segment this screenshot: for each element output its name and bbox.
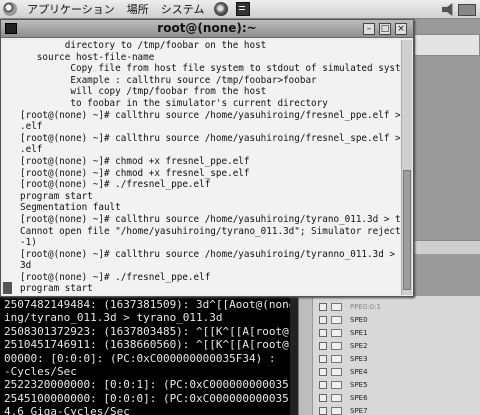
terminal-line: .elf (20, 121, 43, 133)
terminal-line: [root@(none) ~]# ./fresnel_ppe.elf (20, 179, 211, 191)
terminal-line: will copy /tmp/foobar from the host (20, 86, 267, 98)
tree-item[interactable]: PPE0:0:1 (319, 300, 381, 313)
folder-icon (331, 354, 342, 363)
applications-icon[interactable] (3, 2, 17, 16)
folder-icon (331, 315, 342, 324)
folder-icon (331, 367, 342, 376)
menu-applications[interactable]: アプリケーション (21, 1, 121, 17)
tree-item[interactable]: SPE5 (319, 378, 381, 391)
volume-icon[interactable] (442, 3, 453, 16)
expander-icon[interactable] (319, 341, 327, 350)
window-title: root@(none):~ (157, 21, 257, 35)
tree-item-label: SPE4 (350, 367, 368, 376)
console-line: 2522320000000: [0:0:1]: (PC:0xC000000000… (4, 378, 298, 392)
console-line: -Cycles/Sec (4, 365, 77, 379)
background-window-toolbar (414, 240, 480, 254)
terminal-line: 3d (20, 260, 32, 272)
terminal-line: .elf (20, 144, 43, 156)
expander-icon[interactable] (319, 315, 327, 324)
console-line: 2507482149484: (1637381509): 3d^[[Aoot@(… (4, 298, 298, 311)
terminal-window: root@(none):~ – □ × directory to /tmp/fo… (0, 19, 414, 297)
console-line: 2545100000000: [0:0:0]: (PC:0xC000000000… (4, 391, 298, 405)
terminal-line: Cannot open file "/home/yasuhiroing/tyra… (20, 225, 401, 237)
console-line: 4.6 Giga-Cycles/Sec (4, 405, 130, 415)
terminal-line: to foobar in the simulator's current dir… (20, 97, 328, 109)
tree-item-label: SPE2 (350, 341, 368, 350)
processor-tree: PPE0:0:1 SPE0 SPE1 SPE2 SPE3 SPE4 SPE5 S… (319, 300, 381, 415)
simulator-console[interactable]: 2507482149484: (1637381509): 3d^[[Aoot@(… (0, 296, 298, 415)
console-line: 2510451746911: (1638660560): ^[[K^[[A[ro… (4, 338, 298, 352)
folder-icon (331, 393, 342, 402)
tree-item-label: SPE5 (350, 380, 368, 389)
folder-icon (331, 341, 342, 350)
folder-icon (331, 302, 342, 311)
tree-item[interactable]: SPE2 (319, 339, 381, 352)
console-line: 00000: [0:0:0]: (PC:0xC000000000035F34) … (4, 351, 276, 365)
minimize-button[interactable]: – (363, 23, 375, 35)
tree-item[interactable]: SPE0 (319, 313, 381, 326)
top-panel: アプリケーション 場所 システム (0, 0, 480, 19)
terminal-line: Copy file from host file system to stdou… (20, 63, 401, 75)
folder-icon (331, 406, 342, 415)
terminal-line: [root@(none) ~]# chmod +x fresnel_ppe.el… (20, 155, 250, 167)
terminal-margin-marker (3, 282, 12, 294)
tree-item[interactable]: SPE3 (319, 352, 381, 365)
web-browser-icon[interactable] (214, 2, 229, 16)
background-window-header (414, 34, 480, 56)
expander-icon[interactable] (319, 393, 327, 402)
expander-icon[interactable] (319, 328, 327, 337)
tree-item-label: SPE0 (350, 315, 368, 324)
tree-item-label: SPE7 (350, 406, 368, 415)
maximize-button[interactable]: □ (379, 23, 391, 35)
tree-item[interactable]: SPE4 (319, 365, 381, 378)
console-line: 2508301372923: (1637803485): ^[[K^[[A[ro… (4, 324, 298, 338)
terminal-line: source host-file-name (20, 51, 155, 63)
folder-icon (331, 328, 342, 337)
close-button[interactable]: × (395, 23, 407, 35)
expander-icon[interactable] (319, 302, 327, 311)
terminal-line: [root@(none) ~]# callthru source /home/y… (20, 248, 401, 260)
console-line: ing/tyrano_011.3d > tyrano_011.3d (4, 311, 223, 325)
terminal-line: [root@(none) ~]# chmod +x fresnel_spe.el… (20, 167, 250, 179)
expander-icon[interactable] (319, 367, 327, 376)
terminal-line: [root@(none) ~]# callthru source /home/y… (20, 109, 401, 121)
menu-system[interactable]: システム (155, 1, 211, 17)
tree-item-label: SPE3 (350, 354, 368, 363)
terminal-line: program start (20, 283, 93, 295)
expander-icon[interactable] (319, 380, 327, 389)
network-icon[interactable] (458, 3, 476, 16)
tree-item-label: SPE1 (350, 328, 368, 337)
terminal-line: -1) (20, 237, 37, 249)
window-titlebar[interactable]: root@(none):~ – □ × (1, 20, 413, 38)
panel-tray (428, 0, 480, 19)
tree-item[interactable]: SPE1 (319, 326, 381, 339)
terminal-line: [root@(none) ~]# ./fresnel_ppe.elf (20, 271, 211, 283)
console-scrollbar[interactable] (290, 296, 298, 415)
terminal-scrollbar[interactable] (401, 40, 412, 295)
tree-panel-margin (299, 296, 313, 415)
expander-icon[interactable] (319, 406, 327, 415)
terminal-line: directory to /tmp/foobar on the host (20, 40, 267, 51)
menu-places[interactable]: 場所 (121, 1, 155, 17)
tree-item-label: PPE0:0:1 (350, 302, 381, 311)
processor-tree-panel: PPE0:0:1 SPE0 SPE1 SPE2 SPE3 SPE4 SPE5 S… (298, 296, 480, 415)
terminal-line: program start (20, 190, 93, 202)
tree-item-label: SPE6 (350, 393, 368, 402)
terminal-output[interactable]: directory to /tmp/foobar on the host sou… (3, 40, 401, 295)
scrollbar-thumb[interactable] (403, 170, 411, 290)
terminal-line: [root@(none) ~]# callthru source /home/y… (20, 132, 401, 144)
tree-item[interactable]: SPE6 (319, 391, 381, 404)
terminal-line: Segmentation fault (20, 202, 121, 214)
terminal-line: Example : callthru source /tmp/foobar>fo… (20, 74, 317, 86)
terminal-line: [root@(none) ~]# callthru source /home/y… (20, 213, 401, 225)
tree-item[interactable]: SPE7 (319, 404, 381, 415)
expander-icon[interactable] (319, 354, 327, 363)
folder-icon (331, 380, 342, 389)
terminal-launcher-icon[interactable] (236, 2, 251, 16)
